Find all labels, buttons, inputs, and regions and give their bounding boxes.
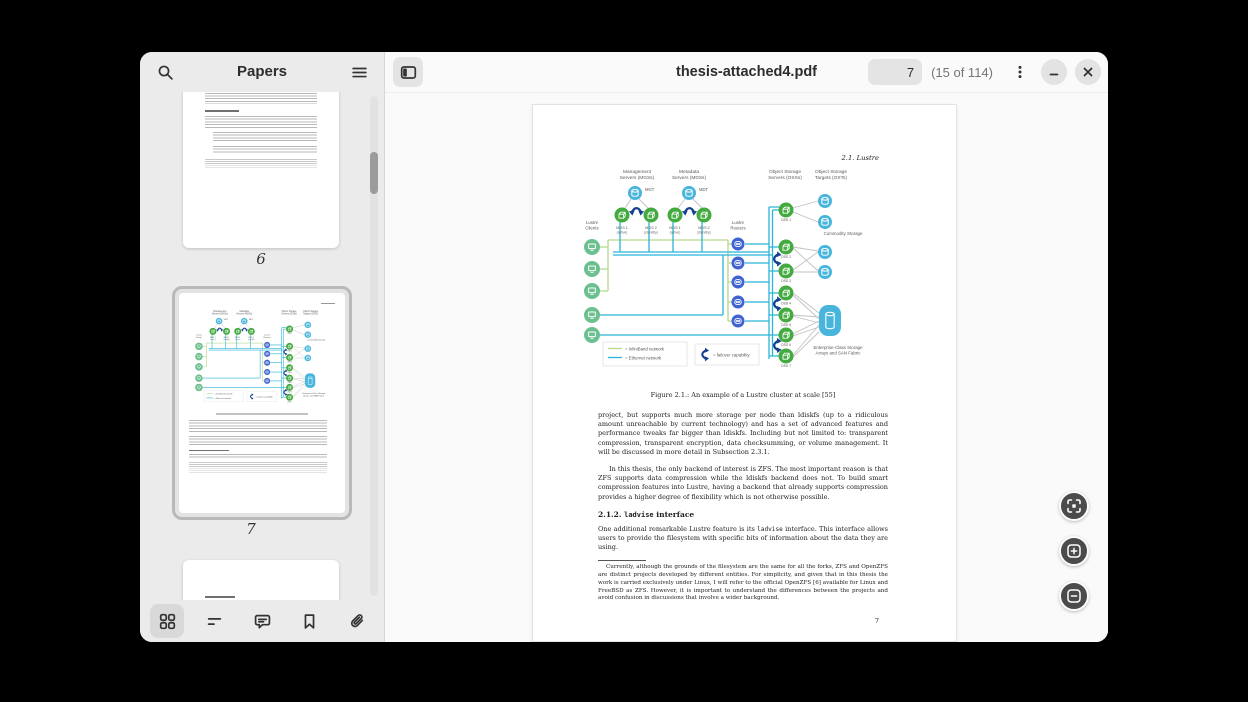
sidebar: Papers 6 bbox=[140, 52, 385, 642]
thumbnail-label-7: 7 bbox=[173, 520, 329, 538]
thumbnail-page-6[interactable] bbox=[183, 92, 339, 248]
more-options-button[interactable] bbox=[1007, 59, 1033, 85]
zoom-in-button[interactable] bbox=[1059, 536, 1089, 566]
main-menu-button[interactable] bbox=[344, 57, 374, 87]
grid-icon bbox=[159, 613, 176, 630]
thumbnail-page-7-preview bbox=[179, 293, 345, 513]
kebab-menu-icon bbox=[1012, 64, 1028, 80]
paragraph: In this thesis, the only backend of inte… bbox=[598, 465, 888, 502]
tab-annotations[interactable] bbox=[245, 604, 279, 638]
paragraph-text: One additional remarkable Lustre feature… bbox=[598, 525, 757, 533]
fit-page-icon bbox=[1066, 498, 1082, 514]
inline-code: ladvise bbox=[757, 526, 783, 533]
body-text: project, but supports much more storage … bbox=[598, 411, 888, 611]
bookmark-icon bbox=[301, 613, 318, 630]
main-pane: thesis-attached4.pdf (15 of 114) bbox=[385, 52, 1108, 642]
footnote: Currently, although the grounds of the f… bbox=[598, 564, 888, 603]
section-rest: interface bbox=[656, 510, 694, 519]
zoom-out-button[interactable] bbox=[1059, 581, 1089, 611]
hamburger-menu-icon bbox=[351, 64, 368, 81]
annotation-bubble-icon bbox=[254, 613, 271, 630]
tab-attachments[interactable] bbox=[340, 604, 374, 638]
sidebar-header: Papers bbox=[140, 52, 384, 92]
sidebar-scrollbar-thumb[interactable] bbox=[370, 152, 378, 194]
outline-icon bbox=[206, 613, 223, 630]
zoom-controls bbox=[1059, 491, 1089, 611]
running-header: 2.1. Lustre bbox=[841, 154, 879, 162]
tab-outline[interactable] bbox=[198, 604, 232, 638]
desktop-background: Management Servers (MGSs) Metadata Serve… bbox=[0, 0, 1248, 702]
close-button[interactable] bbox=[1075, 59, 1101, 85]
zoom-in-icon bbox=[1066, 543, 1082, 559]
thumbnail-list[interactable]: 6 7 bbox=[140, 92, 384, 600]
lustre-cluster-diagram bbox=[575, 165, 879, 379]
sidebar-toolbar bbox=[140, 600, 384, 642]
close-icon bbox=[1081, 65, 1095, 79]
paperclip-icon bbox=[349, 613, 366, 630]
paragraph: project, but supports much more storage … bbox=[598, 411, 888, 457]
main-header: thesis-attached4.pdf (15 of 114) bbox=[385, 52, 1108, 93]
zoom-out-icon bbox=[1066, 588, 1082, 604]
page-number: 7 bbox=[875, 617, 879, 625]
paragraph: One additional remarkable Lustre feature… bbox=[598, 525, 888, 553]
footnote-rule bbox=[598, 560, 646, 561]
tab-thumbnails[interactable] bbox=[150, 604, 184, 638]
papers-window: Papers 6 bbox=[140, 52, 1108, 642]
document-view[interactable]: 2.1. Lustre Figure 2.1.: An example of a… bbox=[385, 93, 1108, 642]
minimize-button[interactable] bbox=[1041, 59, 1067, 85]
pdf-page: 2.1. Lustre Figure 2.1.: An example of a… bbox=[532, 104, 957, 642]
fit-page-button[interactable] bbox=[1059, 491, 1089, 521]
figure-caption: Figure 2.1.: An example of a Lustre clus… bbox=[598, 391, 888, 399]
thumbnail-page-8[interactable] bbox=[183, 560, 339, 600]
tab-bookmarks[interactable] bbox=[293, 604, 327, 638]
header-controls: (15 of 114) bbox=[868, 59, 1101, 85]
section-code: ladvise bbox=[624, 511, 654, 519]
thumbnail-page-7[interactable] bbox=[172, 286, 352, 520]
thumbnail-label-6: 6 bbox=[183, 250, 339, 268]
thumbnail-mini-diagram bbox=[191, 308, 333, 408]
page-number-input[interactable] bbox=[868, 59, 922, 85]
section-number: 2.1.2. bbox=[598, 510, 622, 519]
minimize-icon bbox=[1047, 65, 1061, 79]
page-count-label: (15 of 114) bbox=[931, 65, 993, 80]
section-heading: 2.1.2. ladvise interface bbox=[598, 510, 888, 519]
